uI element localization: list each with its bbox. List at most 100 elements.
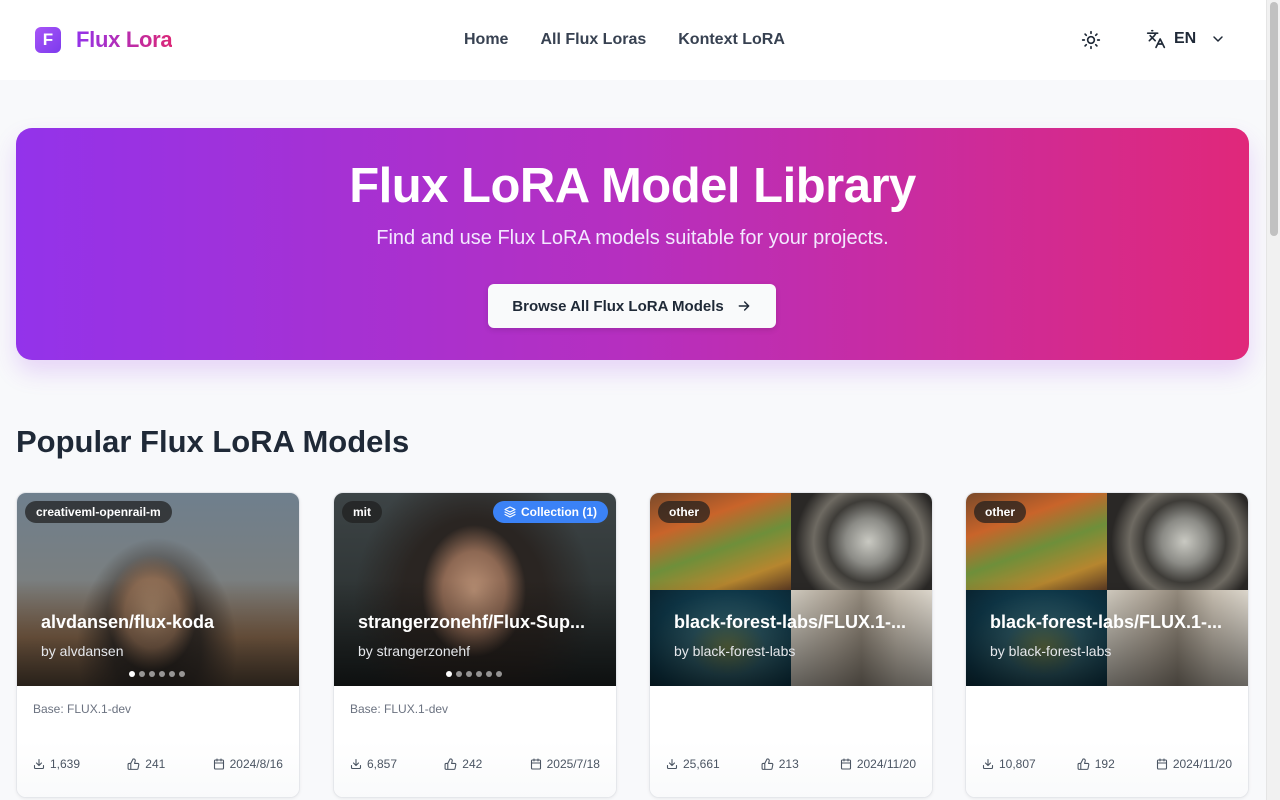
layers-icon — [504, 506, 516, 518]
date: 2024/11/20 — [1156, 757, 1232, 771]
like-count[interactable]: 192 — [1077, 757, 1115, 771]
download-count-value: 25,661 — [683, 757, 720, 771]
collection-badge[interactable]: Collection (1) — [492, 501, 608, 523]
model-author: by black-forest-labs — [990, 643, 1112, 659]
carousel-dot[interactable] — [446, 671, 452, 677]
thumbs-up-icon — [1077, 757, 1090, 770]
model-author: by strangerzonehf — [358, 643, 471, 659]
download-count-value: 6,857 — [367, 757, 398, 771]
carousel-dot[interactable] — [129, 671, 135, 677]
hero-banner: Flux LoRA Model Library Find and use Flu… — [16, 128, 1249, 360]
license-badge: other — [658, 501, 710, 523]
model-author: by alvdansen — [41, 643, 124, 659]
calendar-icon — [840, 758, 851, 770]
theme-toggle-button[interactable] — [1079, 28, 1103, 52]
model-thumbnail[interactable]: other black-forest-labs/FLUX.1-... by bl… — [966, 493, 1248, 686]
date: 2024/11/20 — [840, 757, 916, 771]
language-label: EN — [1174, 30, 1197, 47]
translate-icon — [1146, 29, 1166, 49]
carousel-dot[interactable] — [139, 671, 145, 677]
scrollbar-thumb[interactable] — [1270, 2, 1278, 236]
browse-all-models-button[interactable]: Browse All Flux LoRA Models — [488, 284, 776, 328]
model-thumbnail[interactable]: other black-forest-labs/FLUX.1-... by bl… — [650, 493, 932, 686]
download-count-value: 10,807 — [999, 757, 1036, 771]
like-count[interactable]: 241 — [127, 757, 165, 771]
base-model: Base: FLUX.1-dev — [350, 702, 449, 716]
download-icon — [982, 758, 994, 770]
top-navbar: F Flux Lora Home All Flux Loras Kontext … — [0, 0, 1266, 80]
carousel-dot[interactable] — [179, 671, 185, 677]
model-title: black-forest-labs/FLUX.1-... — [990, 612, 1223, 632]
nav-kontext-lora[interactable]: Kontext LoRA — [678, 31, 785, 49]
arrow-right-icon — [738, 301, 750, 311]
carousel-dot[interactable] — [169, 671, 175, 677]
carousel-dot[interactable] — [456, 671, 462, 677]
model-card[interactable]: other black-forest-labs/FLUX.1-... by bl… — [965, 492, 1249, 798]
card-stats: 6,857 242 2025/7/18 — [334, 741, 616, 797]
carousel-dot[interactable] — [496, 671, 502, 677]
model-title: alvdansen/flux-koda — [41, 612, 215, 632]
card-stats: 10,807 192 2024/11/20 — [966, 741, 1248, 797]
main-nav: Home All Flux Loras Kontext LoRA — [464, 31, 785, 49]
thumbs-up-icon — [444, 757, 457, 770]
model-card[interactable]: mit Collection (1) strangerzonehf/Flux-S… — [333, 492, 617, 798]
chevron-down-icon — [1213, 36, 1223, 42]
license-badge: mit — [342, 501, 382, 523]
collection-label: Collection (1) — [520, 505, 597, 519]
carousel-dots — [129, 671, 185, 677]
date-value: 2024/11/20 — [856, 757, 916, 771]
carousel-dot[interactable] — [476, 671, 482, 677]
date-value: 2024/8/16 — [229, 757, 283, 771]
page-scrollbar[interactable] — [1266, 0, 1280, 800]
hero-title: Flux LoRA Model Library — [349, 159, 916, 213]
language-selector[interactable]: EN — [1146, 29, 1226, 49]
like-count[interactable]: 242 — [444, 757, 482, 771]
card-stats: 25,661 213 2024/11/20 — [650, 741, 932, 797]
model-title: black-forest-labs/FLUX.1-... — [674, 612, 907, 632]
nav-all-flux-loras[interactable]: All Flux Loras — [540, 31, 646, 49]
nav-home[interactable]: Home — [464, 31, 508, 49]
brand-name: Flux Lora — [76, 27, 173, 52]
calendar-icon — [530, 758, 541, 770]
carousel-dot[interactable] — [149, 671, 155, 677]
brand-logo[interactable]: F Flux Lora — [35, 27, 173, 53]
model-thumbnail[interactable]: creativeml-openrail-m alvdansen/flux-kod… — [17, 493, 299, 686]
calendar-icon — [1156, 758, 1167, 770]
hero-subtitle: Find and use Flux LoRA models suitable f… — [376, 227, 889, 249]
date: 2025/7/18 — [530, 757, 600, 771]
license-badge: other — [974, 501, 1026, 523]
like-count-value: 192 — [1094, 757, 1115, 771]
date-value: 2025/7/18 — [546, 757, 600, 771]
browse-button-label: Browse All Flux LoRA Models — [512, 297, 724, 315]
carousel-dots — [446, 671, 502, 677]
like-count-value: 242 — [462, 757, 483, 771]
download-count: 25,661 — [666, 757, 720, 771]
card-stats: 1,639 241 2024/8/16 — [17, 741, 299, 797]
download-count-value: 1,639 — [50, 757, 81, 771]
download-count: 10,807 — [982, 757, 1036, 771]
base-model: Base: FLUX.1-dev — [33, 702, 132, 716]
flux-logo-icon: F — [35, 27, 61, 53]
like-count-value: 213 — [778, 757, 799, 771]
download-icon — [666, 758, 678, 770]
calendar-icon — [213, 758, 224, 770]
carousel-dot[interactable] — [159, 671, 165, 677]
thumbs-up-icon — [127, 757, 140, 770]
model-author: by black-forest-labs — [674, 643, 796, 659]
thumbs-up-icon — [761, 757, 774, 770]
model-card[interactable]: other black-forest-labs/FLUX.1-... by bl… — [649, 492, 933, 798]
sun-icon — [1081, 30, 1101, 50]
date: 2024/8/16 — [213, 757, 283, 771]
download-icon — [350, 758, 362, 770]
model-card[interactable]: creativeml-openrail-m alvdansen/flux-kod… — [16, 492, 300, 798]
carousel-dot[interactable] — [486, 671, 492, 677]
model-thumbnail[interactable]: mit Collection (1) strangerzonehf/Flux-S… — [334, 493, 616, 686]
like-count-value: 241 — [145, 757, 166, 771]
like-count[interactable]: 213 — [761, 757, 799, 771]
download-icon — [33, 758, 45, 770]
section-title: Popular Flux LoRA Models — [16, 424, 410, 459]
download-count: 6,857 — [350, 757, 397, 771]
model-title: strangerzonehf/Flux-Sup... — [358, 612, 586, 632]
carousel-dot[interactable] — [466, 671, 472, 677]
download-count: 1,639 — [33, 757, 80, 771]
